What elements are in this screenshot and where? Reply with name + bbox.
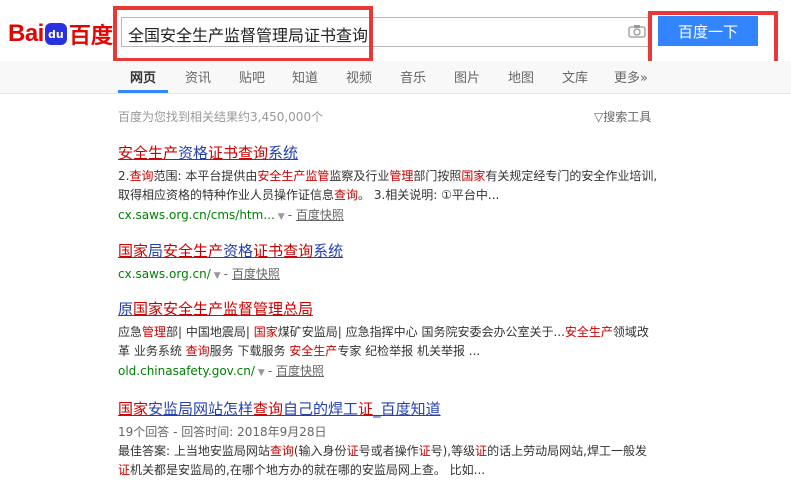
camera-icon[interactable] bbox=[628, 24, 646, 38]
tab-more[interactable]: 更多» bbox=[614, 67, 648, 86]
search-tools-label: 搜索工具 bbox=[603, 110, 652, 124]
baidu-logo[interactable]: Bai du 百度 bbox=[8, 18, 113, 50]
paw-icon: du bbox=[44, 23, 67, 45]
result-url-row: cx.saws.org.cn/▼ - 百度快照 bbox=[118, 267, 280, 281]
tab-news[interactable]: 资讯 bbox=[185, 67, 211, 86]
tab-map[interactable]: 地图 bbox=[508, 67, 534, 86]
cache-link[interactable]: 百度快照 bbox=[276, 364, 324, 378]
result-count: 百度为您找到相关结果约3,450,000个 bbox=[118, 110, 324, 124]
cache-link[interactable]: 百度快照 bbox=[232, 267, 280, 281]
result-abstract: 最佳答案: 上当地安监局网站查询(输入身份证号或者操作证号),等级证的话上劳动局… bbox=[118, 444, 647, 477]
result-url-row: cx.saws.org.cn/cms/htm... ▼ - 百度快照 bbox=[118, 208, 344, 222]
tab-music[interactable]: 音乐 bbox=[400, 67, 426, 86]
search-input[interactable]: 全国安全生产监督管理局证书查询 bbox=[128, 22, 368, 46]
dropdown-arrow-icon[interactable]: ▼ bbox=[214, 271, 221, 281]
dropdown-arrow-icon[interactable]: ▼ bbox=[278, 212, 285, 222]
result-url-row: old.chinasafety.gov.cn/▼ - 百度快照 bbox=[118, 364, 325, 378]
tab-web[interactable]: 网页 bbox=[130, 67, 156, 86]
tab-zhidao[interactable]: 知道 bbox=[292, 67, 318, 86]
cache-link[interactable]: 百度快照 bbox=[296, 208, 344, 222]
tab-tieba[interactable]: 贴吧 bbox=[239, 67, 265, 86]
result-abstract: 应急管理部| 中国地震局| 国家煤矿安监局| 应急指挥中心 国务院安委会办公室关… bbox=[118, 325, 649, 358]
tab-video[interactable]: 视频 bbox=[346, 67, 372, 86]
logo-text-bai: Bai bbox=[8, 20, 44, 47]
result-url[interactable]: cx.saws.org.cn/ bbox=[118, 267, 211, 281]
active-tab-indicator bbox=[118, 90, 168, 93]
search-result: 国家安监局网站怎样查询自己的焊工证_百度知道 19个回答 - 回答时间: 201… bbox=[118, 398, 658, 480]
tab-images[interactable]: 图片 bbox=[454, 67, 480, 86]
result-title[interactable]: 安全生产资格证书查询系统 bbox=[118, 142, 658, 163]
search-button[interactable]: 百度一下 bbox=[658, 16, 758, 46]
filter-icon: ▽ bbox=[594, 110, 604, 124]
result-title[interactable]: 原国家安全生产监督管理总局 bbox=[118, 298, 658, 319]
logo-text-du: 百度 bbox=[68, 24, 113, 49]
result-meta: 19个回答 - 回答时间: 2018年9月28日 bbox=[118, 425, 327, 439]
result-url[interactable]: old.chinasafety.gov.cn/ bbox=[118, 364, 255, 378]
search-result: 国家局安全生产资格证书查询系统 cx.saws.org.cn/▼ - 百度快照 bbox=[118, 240, 658, 282]
search-result: 原国家安全生产监督管理总局 应急管理部| 中国地震局| 国家煤矿安监局| 应急指… bbox=[118, 298, 658, 379]
result-url[interactable]: cx.saws.org.cn/cms/htm... bbox=[118, 208, 275, 222]
header: Bai du 百度 全国安全生产监督管理局证书查询 百度一下 bbox=[0, 0, 791, 60]
search-tools[interactable]: ▽搜索工具 bbox=[594, 108, 651, 125]
result-title[interactable]: 国家局安全生产资格证书查询系统 bbox=[118, 240, 658, 261]
result-title[interactable]: 国家安监局网站怎样查询自己的焊工证_百度知道 bbox=[118, 398, 658, 419]
result-abstract: 2.查询范围: 本平台提供由安全生产监管监察及行业管理部门按照国家有关规定经专门… bbox=[118, 169, 658, 202]
tab-wenku[interactable]: 文库 bbox=[562, 67, 588, 86]
dropdown-arrow-icon[interactable]: ▼ bbox=[258, 368, 265, 378]
search-result: 安全生产资格证书查询系统 2.查询范围: 本平台提供由安全生产监管监察及行业管理… bbox=[118, 142, 658, 223]
search-box[interactable]: 全国安全生产监督管理局证书查询 bbox=[121, 17, 651, 47]
